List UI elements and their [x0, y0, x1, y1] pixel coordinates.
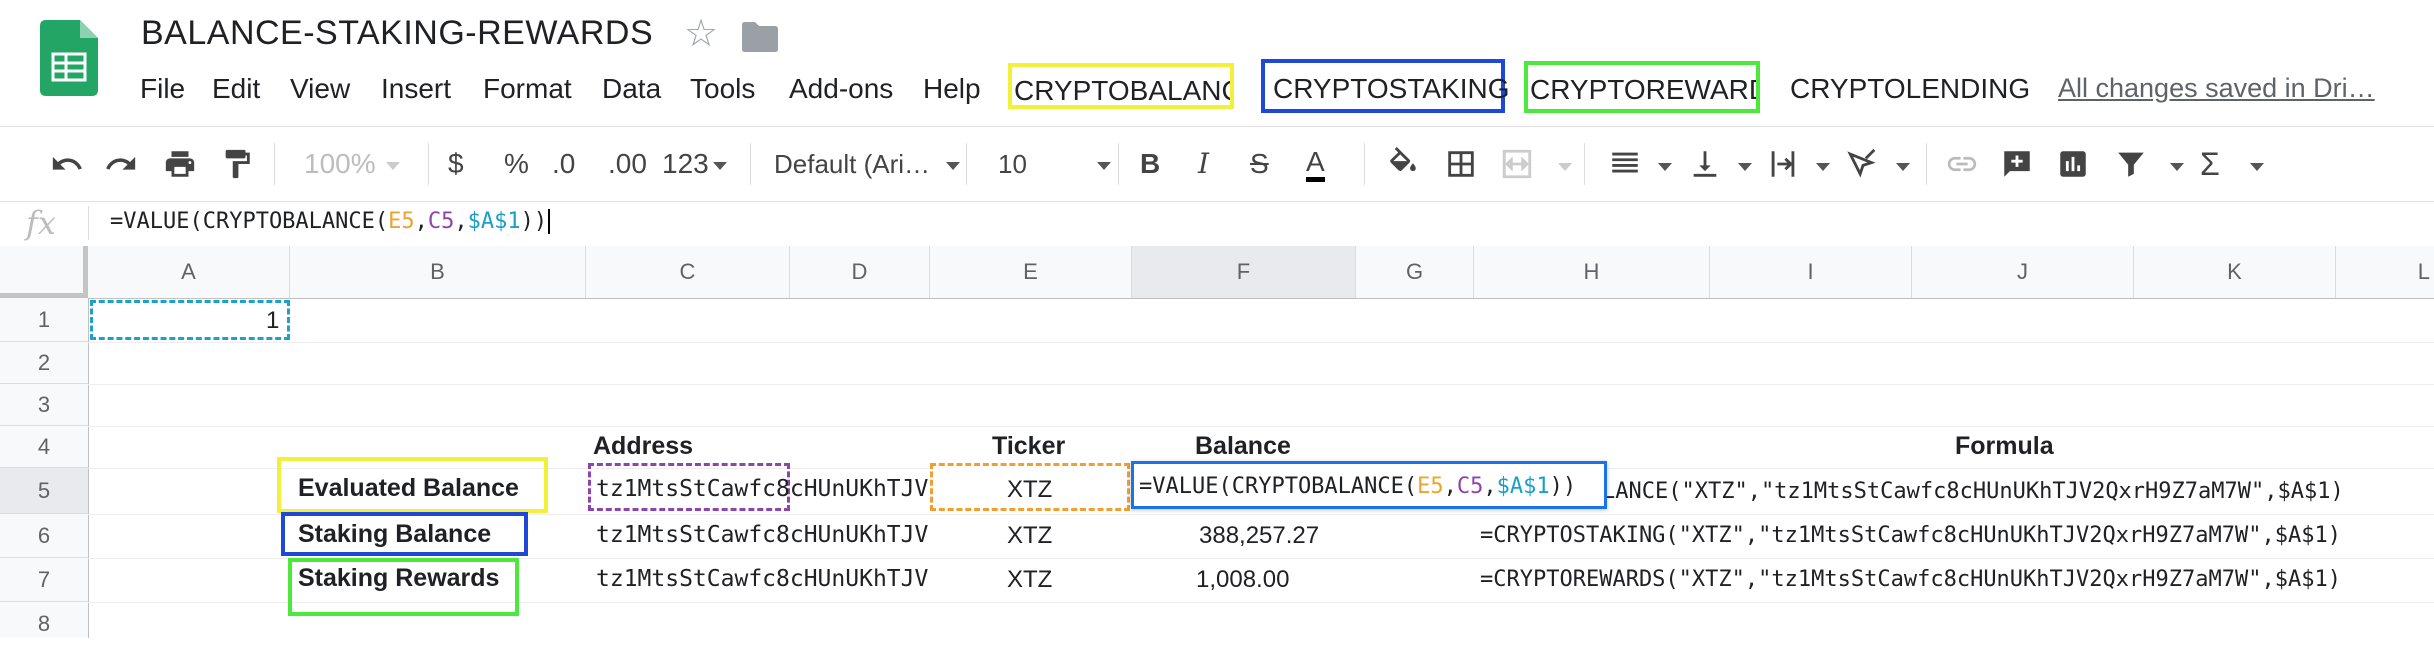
column-header-c[interactable]: C [586, 246, 790, 298]
text-color-button[interactable]: A [1306, 147, 1325, 182]
vertical-align-icon[interactable] [1688, 147, 1722, 181]
menu-insert[interactable]: Insert [381, 73, 451, 105]
cell-e7-ticker[interactable]: XTZ [1007, 566, 1052, 594]
row-header-7[interactable]: 7 [0, 558, 88, 602]
row-header-8[interactable]: 8 [0, 602, 88, 638]
paint-format-icon[interactable] [220, 147, 254, 181]
label-staking-balance[interactable]: Staking Balance [298, 520, 491, 549]
menu-view[interactable]: View [290, 73, 350, 105]
cell-f5-editor[interactable]: =VALUE(CRYPTOBALANCE(E5,C5,$A$1)) [1131, 461, 1607, 509]
menu-cryptostaking[interactable]: CRYPTOSTAKING [1261, 59, 1510, 113]
filter-icon[interactable] [2114, 147, 2148, 181]
cell-a1[interactable]: 1 [266, 307, 279, 335]
column-header-j[interactable]: J [1912, 246, 2134, 298]
column-header-i[interactable]: I [1710, 246, 1912, 298]
toolbar: 100% $ % .0 .00 123 Default (Ari… 10 B I… [0, 126, 2434, 202]
increase-decimal-button[interactable]: .00 [608, 147, 647, 181]
menu-file[interactable]: File [140, 73, 185, 105]
column-header-g[interactable]: G [1356, 246, 1474, 298]
print-icon[interactable] [162, 147, 198, 181]
font-family-select[interactable]: Default (Ari… [774, 147, 961, 181]
cell-c6-address[interactable]: tz1MtsStCawfc8cHUnUKhTJV [596, 522, 930, 548]
italic-button[interactable]: I [1198, 147, 1209, 181]
select-all-corner[interactable] [0, 246, 88, 298]
text-wrapping-icon[interactable] [1766, 147, 1800, 181]
redo-icon[interactable] [104, 147, 138, 181]
header-ticker[interactable]: Ticker [992, 432, 1065, 461]
strikethrough-button[interactable]: S [1250, 147, 1269, 181]
header-formula[interactable]: Formula [1955, 432, 2054, 461]
bold-button[interactable]: B [1140, 147, 1160, 181]
menu-cryptolending[interactable]: CRYPTOLENDING [1790, 73, 2030, 105]
insert-chart-icon[interactable] [2056, 147, 2090, 181]
row-header-2[interactable]: 2 [0, 342, 88, 384]
insert-link-icon[interactable] [1944, 147, 1980, 181]
menu-cryptorewards[interactable]: CRYPTOREWARDS [1524, 61, 1760, 113]
menu-format[interactable]: Format [483, 73, 572, 105]
cell-f7-balance[interactable]: 1,008.00 [1196, 566, 1289, 594]
font-size-select[interactable]: 10 [998, 147, 1111, 181]
column-header-d[interactable]: D [790, 246, 930, 298]
cell-c7-address[interactable]: tz1MtsStCawfc8cHUnUKhTJV [596, 566, 930, 592]
cell-e6-ticker[interactable]: XTZ [1007, 522, 1052, 550]
menu-edit[interactable]: Edit [212, 73, 260, 105]
merge-cells-icon [1502, 149, 1532, 179]
cell-a1-reference-highlight[interactable] [90, 300, 290, 340]
column-header-k[interactable]: K [2134, 246, 2336, 298]
row-header-4[interactable]: 4 [0, 426, 88, 468]
menu-tools[interactable]: Tools [690, 73, 755, 105]
column-header-a[interactable]: A [88, 246, 290, 298]
currency-format-button[interactable]: $ [448, 147, 464, 181]
row-header-6[interactable]: 6 [0, 514, 88, 558]
column-header-h[interactable]: H [1474, 246, 1710, 298]
decrease-decimal-button[interactable]: .0 [552, 147, 575, 181]
cell-h5-formula[interactable]: LANCE("XTZ","tz1MtsStCawfc8cHUnUKhTJV2Qx… [1602, 479, 2344, 504]
percent-format-button[interactable]: % [504, 147, 529, 181]
formula-input[interactable]: =VALUE(CRYPTOBALANCE(E5,C5,$A$1)) [110, 209, 551, 234]
zoom-select[interactable]: 100% [304, 147, 400, 181]
menu-addons[interactable]: Add-ons [789, 73, 893, 105]
fx-icon: fx [26, 204, 56, 242]
undo-icon[interactable] [50, 147, 84, 181]
label-evaluated-balance[interactable]: Evaluated Balance [298, 474, 519, 503]
menu-help[interactable]: Help [923, 73, 981, 105]
sheets-logo-icon[interactable] [40, 20, 98, 96]
cell-h7-formula[interactable]: =CRYPTOREWARDS("XTZ","tz1MtsStCawfc8cHUn… [1480, 567, 2341, 592]
row-headers: 1 2 3 4 5 6 7 8 [0, 298, 89, 638]
menu-data[interactable]: Data [602, 73, 661, 105]
row-header-5[interactable]: 5 [0, 468, 88, 514]
cell-f5-formula-text[interactable]: =VALUE(CRYPTOBALANCE(E5,C5,$A$1)) [1139, 474, 1576, 499]
column-headers: A B C D E F G H I J K L [0, 246, 2434, 299]
column-header-e[interactable]: E [930, 246, 1132, 298]
column-header-l[interactable]: L [2336, 246, 2434, 298]
formula-bar: fx =VALUE(CRYPTOBALANCE(E5,C5,$A$1)) [0, 200, 2434, 247]
column-header-b[interactable]: B [290, 246, 586, 298]
fill-color-icon[interactable] [1386, 147, 1420, 181]
number-format-select[interactable]: 123 [662, 147, 727, 181]
functions-button[interactable]: Σ [2200, 147, 2220, 181]
column-header-f[interactable]: F [1132, 246, 1356, 298]
cell-c5-address[interactable]: tz1MtsStCawfc8cHUnUKhTJV [596, 476, 930, 502]
cell-e5-ticker[interactable]: XTZ [1007, 476, 1052, 504]
borders-icon[interactable] [1444, 147, 1478, 181]
folder-icon[interactable] [742, 22, 778, 52]
header-address[interactable]: Address [593, 432, 693, 461]
horizontal-align-icon[interactable] [1608, 147, 1642, 181]
row-header-3[interactable]: 3 [0, 384, 88, 426]
row-header-1[interactable]: 1 [0, 298, 88, 342]
insert-comment-icon[interactable] [2000, 147, 2034, 181]
cell-f6-balance[interactable]: 388,257.27 [1199, 522, 1319, 550]
label-staking-rewards[interactable]: Staking Rewards [298, 564, 499, 593]
save-status-link[interactable]: All changes saved in Dri… [2058, 73, 2375, 104]
cell-h6-formula[interactable]: =CRYPTOSTAKING("XTZ","tz1MtsStCawfc8cHUn… [1480, 523, 2341, 548]
document-title[interactable]: BALANCE-STAKING-REWARDS [141, 14, 653, 53]
star-icon[interactable]: ☆ [684, 14, 718, 54]
menu-cryptobalance[interactable]: CRYPTOBALANCE [1008, 63, 1234, 109]
text-rotation-icon[interactable] [1846, 147, 1880, 181]
header-balance[interactable]: Balance [1195, 432, 1291, 461]
